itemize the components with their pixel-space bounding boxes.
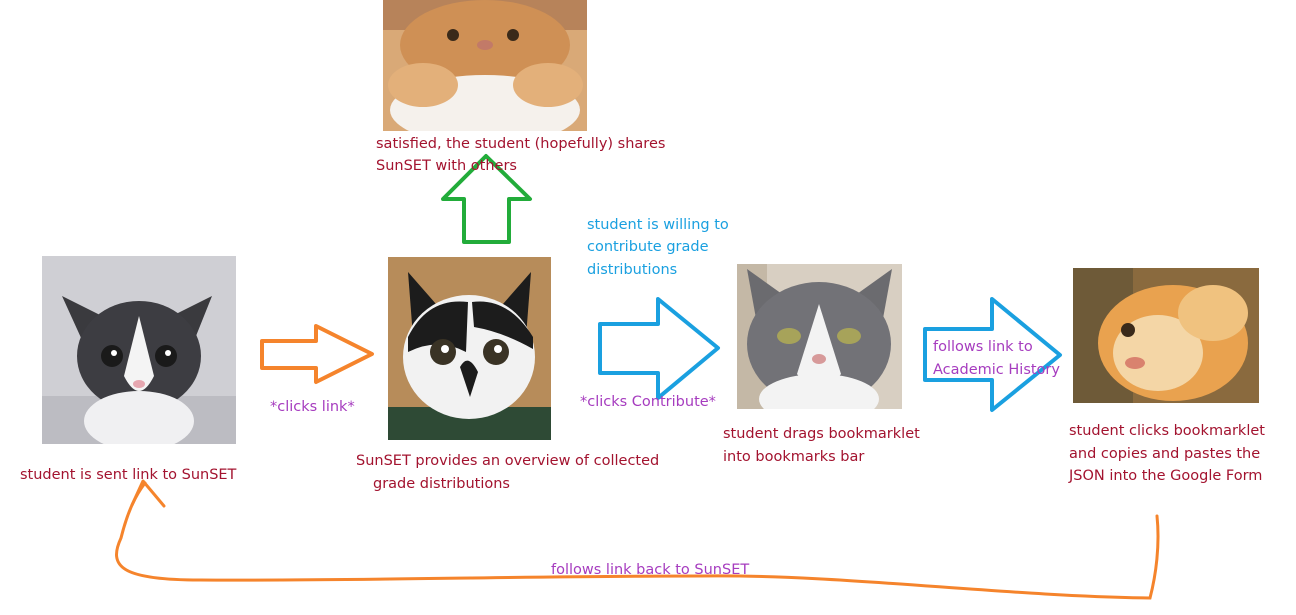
transition-follows-academic-line1: follows link to [933, 339, 1033, 355]
step-shares-line2: SunSET with others [376, 158, 517, 174]
step-clicks-bm-line2: and copies and pastes the [1069, 446, 1261, 462]
step-clicks-bm-line1: student clicks bookmarklet [1069, 423, 1265, 439]
step-overview-line2: grade distributions [373, 476, 510, 492]
transition-clicks-contribute: *clicks Contribute* [580, 394, 716, 410]
flow-diagram: student is sent link to SunSET SunSET pr… [0, 0, 1296, 615]
transition-clicks-link: *clicks link* [270, 399, 355, 415]
step-willing-line2: contribute grade [587, 239, 709, 255]
step-overview-line1: SunSET provides an overview of collected [356, 453, 660, 469]
orange-arrow-right [260, 324, 374, 384]
step-willing-line3: distributions [587, 262, 678, 278]
transition-follows-academic-line2: Academic History [933, 362, 1060, 378]
step-drags-line2: into bookmarks bar [723, 449, 865, 465]
step-sent-link: student is sent link to SunSET [20, 467, 237, 483]
arrows-layer [115, 154, 1160, 600]
step-willing-line1: student is willing to [587, 217, 729, 233]
step-clicks-bm-line3: JSON into the Google Form [1069, 468, 1263, 484]
transition-follows-back: follows link back to SunSET [551, 562, 750, 578]
step-shares-line1: satisfied, the student (hopefully) share… [376, 136, 666, 152]
blue-arrow-right-contribute [598, 297, 720, 400]
step-drags-line1: student drags bookmarklet [723, 426, 920, 442]
